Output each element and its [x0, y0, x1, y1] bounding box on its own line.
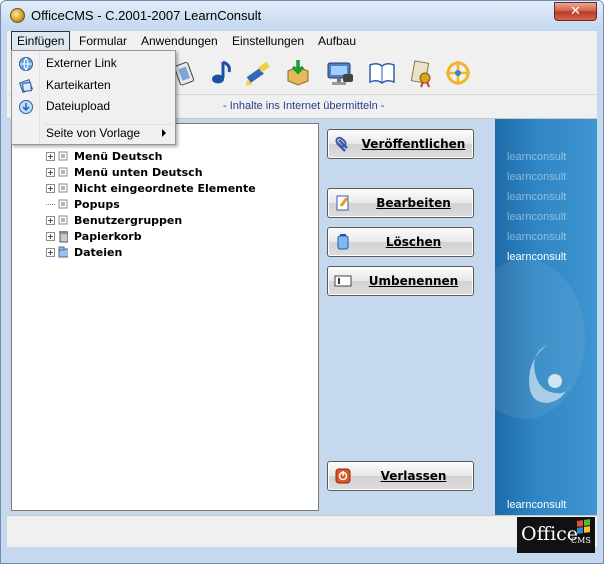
brush-icon[interactable]	[243, 55, 273, 91]
tree-item-label: Popups	[74, 197, 120, 211]
menu-anwendungen[interactable]: Anwendungen	[136, 31, 223, 51]
brand-panel: learnconsult learnconsult learnconsult l…	[495, 119, 597, 515]
expand-icon[interactable]: +	[46, 167, 55, 177]
menu-item-dateiupload[interactable]: Dateiupload	[14, 96, 174, 117]
compass-icon[interactable]	[443, 55, 473, 91]
menu-item-label: Karteikarten	[46, 78, 111, 92]
rename-label: Umbenennen	[368, 274, 459, 288]
music-note-icon[interactable]	[205, 55, 235, 91]
tree-item[interactable]: + Dateien	[46, 244, 122, 260]
menu-formular[interactable]: Formular	[74, 31, 132, 51]
tree-item[interactable]: + Papierkorb	[46, 228, 142, 244]
brand-text: learnconsult	[507, 151, 567, 163]
office-logo-sub: CMS	[571, 536, 591, 545]
office-flag-icon	[577, 519, 590, 534]
menu-item-label: Externer Link	[46, 56, 117, 70]
einfuegen-dropdown: Externer Link Karteikarten Dateiupload S…	[11, 50, 176, 145]
expand-icon[interactable]: +	[46, 183, 55, 193]
edit-icon	[332, 193, 354, 213]
upload-icon	[19, 100, 33, 114]
hint-text: - Inhalte ins Internet übermitteln -	[223, 100, 385, 112]
publish-label: Veröffentlichen	[361, 137, 466, 151]
menu-bar: Einfügen Formular Anwendungen Einstellun…	[7, 31, 597, 51]
bottom-strip	[7, 515, 597, 547]
tree-item[interactable]: + Benutzergruppen	[46, 212, 182, 228]
paperclip-icon	[332, 134, 354, 154]
expand-icon[interactable]: +	[46, 215, 55, 225]
app-icon	[10, 8, 25, 23]
brand-text: learnconsult	[507, 251, 567, 263]
cards-icon	[18, 78, 34, 94]
menu-item-label: Dateiupload	[46, 99, 111, 113]
menu-item-seite-von-vorlage[interactable]: Seite von Vorlage	[14, 123, 174, 144]
page-icon	[58, 167, 68, 177]
page-icon	[58, 151, 68, 161]
tree-item-label: Nicht eingeordnete Elemente	[74, 181, 256, 195]
window-title: OfficeCMS - C.2001-2007 LearnConsult	[31, 8, 262, 23]
package-download-icon[interactable]	[283, 55, 313, 91]
tree-item-label: Papierkorb	[74, 229, 142, 243]
exit-icon	[332, 466, 354, 486]
trash-icon	[58, 230, 68, 242]
menu-item-label: Seite von Vorlage	[46, 126, 141, 140]
menu-item-karteikarten[interactable]: Karteikarten	[14, 75, 174, 96]
rename-button[interactable]: Umbenennen	[327, 266, 474, 296]
page-icon	[58, 215, 68, 225]
certificate-icon[interactable]	[407, 55, 437, 91]
delete-label: Löschen	[385, 235, 442, 249]
tree-item-label: Menü unten Deutsch	[74, 165, 203, 179]
globe-link-icon	[19, 57, 33, 71]
rename-icon	[332, 271, 354, 291]
app-window: OfficeCMS - C.2001-2007 LearnConsult ✕ E…	[0, 0, 604, 564]
quit-button[interactable]: Verlassen	[327, 461, 474, 491]
tree-item[interactable]: + Nicht eingeordnete Elemente	[46, 180, 256, 196]
menu-aufbau[interactable]: Aufbau	[313, 31, 361, 51]
menu-einstellungen[interactable]: Einstellungen	[227, 31, 309, 51]
brand-text: learnconsult	[507, 191, 567, 203]
menu-item-externer-link[interactable]: Externer Link	[14, 53, 174, 74]
expand-icon[interactable]: +	[46, 231, 55, 241]
expand-icon[interactable]: +	[46, 247, 55, 257]
folder-icon	[58, 246, 68, 258]
submenu-arrow-icon	[162, 129, 166, 137]
tree-item-label: Dateien	[74, 245, 123, 259]
delete-button[interactable]: Löschen	[327, 227, 474, 257]
brand-text: learnconsult	[507, 171, 567, 183]
tree-item-label: Benutzergruppen	[74, 213, 183, 227]
brand-text: learnconsult	[507, 231, 567, 243]
close-button[interactable]: ✕	[554, 2, 597, 21]
expand-icon[interactable]: +	[46, 151, 55, 161]
publish-button[interactable]: Veröffentlichen	[327, 129, 474, 159]
book-icon[interactable]	[367, 55, 397, 91]
brand-text: learnconsult	[507, 211, 567, 223]
edit-label: Bearbeiten	[376, 196, 451, 210]
menu-einfuegen[interactable]: Einfügen	[11, 31, 71, 51]
monitor-camera-icon[interactable]	[325, 55, 355, 91]
tree-item[interactable]: Popups	[46, 196, 120, 212]
brand-footer: learnconsult	[507, 499, 567, 511]
tree-item-label: Menü Deutsch	[74, 149, 163, 163]
officecms-logo: Office CMS	[517, 517, 595, 553]
page-icon	[58, 199, 68, 209]
edit-button[interactable]: Bearbeiten	[327, 188, 474, 218]
tree-item[interactable]: + Menü unten Deutsch	[46, 164, 203, 180]
tree-connector	[46, 203, 55, 205]
tree-item[interactable]: + Menü Deutsch	[46, 148, 162, 164]
title-bar[interactable]: OfficeCMS - C.2001-2007 LearnConsult ✕	[1, 1, 603, 31]
office-logo-text: Office	[521, 523, 579, 545]
quit-label: Verlassen	[380, 469, 447, 483]
page-icon	[58, 183, 68, 193]
tree-panel[interactable]: + Menü Deutsch + Menü unten Deutsch + Ni…	[11, 123, 319, 511]
brand-swirl-icon	[529, 345, 569, 403]
delete-icon	[332, 232, 354, 252]
